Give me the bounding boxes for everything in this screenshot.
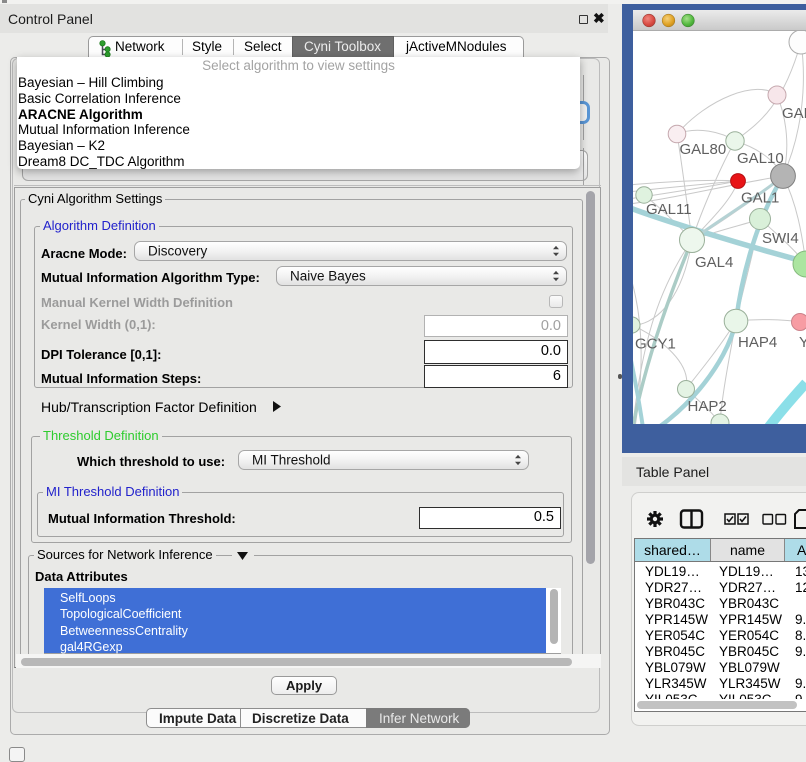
svg-text:Y: Y [799,334,806,351]
svg-text:SWI4: SWI4 [762,230,799,247]
svg-text:GAL4: GAL4 [695,254,733,271]
svg-text:GAL80: GAL80 [680,141,727,158]
svg-text:HAP2: HAP2 [688,398,727,415]
svg-text:GAL1: GAL1 [741,190,779,207]
svg-text:GCY1: GCY1 [635,336,676,353]
svg-text:GAL10: GAL10 [737,150,784,167]
svg-text:GAL11: GAL11 [646,201,692,218]
svg-text:HAP4: HAP4 [738,334,777,351]
svg-text:GAL: GAL [782,105,806,122]
